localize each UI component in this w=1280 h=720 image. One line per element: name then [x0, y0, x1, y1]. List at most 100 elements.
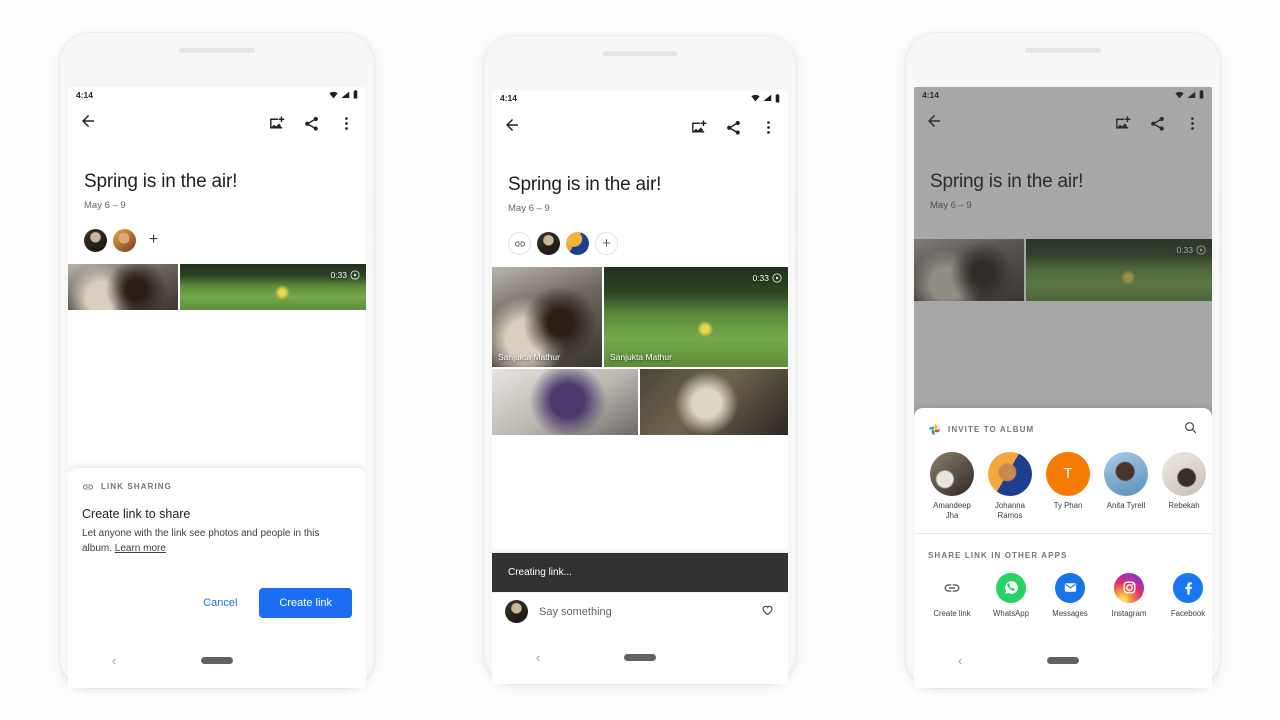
volume-button[interactable]: [373, 247, 376, 276]
contact-name: Anita Tyrell: [1106, 500, 1146, 510]
volume-button[interactable]: [1219, 247, 1222, 276]
earpiece-speaker: [1025, 47, 1101, 53]
home-gesture-pill[interactable]: [1047, 657, 1079, 664]
list-item[interactable]: Instagram: [1105, 572, 1153, 618]
chevron-left-icon[interactable]: ‹: [536, 651, 540, 664]
play-circle-icon: [1196, 244, 1206, 255]
video-duration-badge: 0:33: [330, 270, 360, 280]
avatar[interactable]: [84, 228, 107, 252]
cell-signal-icon: [1187, 91, 1196, 98]
list-item[interactable]: T Ty Phan: [1044, 451, 1092, 521]
more-vert-icon[interactable]: [760, 119, 777, 136]
more-vert-icon[interactable]: [1184, 115, 1201, 132]
share-icon[interactable]: [725, 119, 742, 136]
play-circle-icon: [772, 273, 782, 283]
avatar[interactable]: [113, 228, 136, 252]
list-item[interactable]: Anita Tyrell: [1102, 451, 1150, 521]
add-person-icon[interactable]: +: [142, 229, 165, 252]
list-item[interactable]: Rebekah: [1160, 451, 1208, 521]
list-item[interactable]: Johanna Ramos: [986, 451, 1034, 521]
create-link-button[interactable]: Create link: [259, 587, 352, 618]
avatar[interactable]: [537, 232, 560, 255]
avatar-initial-letter: T: [1063, 465, 1073, 482]
member-avatar-row: +: [508, 232, 772, 255]
photo-attribution: Sanjukta Mathur: [610, 352, 672, 362]
status-icons: [751, 93, 780, 103]
list-item[interactable]: 0:33 Sanjukta Mathur: [604, 267, 788, 367]
status-bar: 4:14: [914, 87, 1212, 103]
page-title: Spring is in the air!: [84, 170, 238, 192]
phone-mockup-3: 4:14 Spring is in the air! May 6 – 9 0:3…: [906, 32, 1222, 688]
comment-input[interactable]: Say something: [539, 606, 612, 618]
avatar: [930, 451, 974, 496]
album-dates: May 6 – 9: [508, 203, 550, 214]
add-person-icon[interactable]: +: [595, 232, 618, 255]
power-button[interactable]: [373, 187, 376, 232]
home-gesture-pill[interactable]: [624, 653, 656, 661]
album-header: Spring is in the air! May 6 – 9: [914, 171, 1212, 211]
share-icon[interactable]: [1149, 115, 1166, 132]
list-item[interactable]: Amandeep Jha: [928, 451, 976, 521]
power-button[interactable]: [1219, 187, 1222, 232]
chevron-left-icon[interactable]: ‹: [958, 654, 962, 667]
page-title: Spring is in the air!: [508, 174, 662, 195]
contact-name: Johanna Ramos: [995, 500, 1025, 520]
power-button[interactable]: [795, 191, 798, 235]
avatar: [1162, 451, 1206, 496]
list-item[interactable]: WhatsApp: [987, 572, 1035, 618]
add-photos-icon[interactable]: [268, 115, 285, 132]
learn-more-link[interactable]: Learn more: [115, 543, 166, 554]
screenshot-stage: 4:14 Spring is in the air! May 6 – 9 + 0…: [0, 0, 1280, 720]
list-item[interactable]: [68, 263, 178, 310]
list-item[interactable]: [492, 369, 638, 435]
back-arrow-icon[interactable]: [503, 116, 521, 139]
home-gesture-pill[interactable]: [201, 657, 233, 664]
app-label: Messages: [1052, 608, 1088, 618]
share-apps-header: SHARE LINK IN OTHER APPS: [914, 534, 1212, 563]
back-arrow-icon[interactable]: [79, 112, 97, 135]
comment-bar: Say something: [492, 592, 788, 630]
contact-name: Rebekah: [1168, 500, 1200, 510]
list-item[interactable]: Create link: [928, 572, 976, 618]
link-icon[interactable]: [508, 232, 531, 255]
status-time: 4:14: [76, 89, 94, 100]
list-item[interactable]: Sanjukta Mathur: [492, 267, 602, 367]
list-item[interactable]: [914, 238, 1024, 301]
cell-signal-icon: [763, 94, 772, 101]
list-item[interactable]: [640, 369, 788, 435]
search-icon[interactable]: [1183, 420, 1198, 440]
avatar: [988, 451, 1032, 496]
list-item[interactable]: Facebook: [1164, 572, 1212, 618]
play-circle-icon: [350, 269, 360, 280]
cell-signal-icon: [341, 91, 350, 98]
more-vert-icon[interactable]: [338, 115, 355, 132]
add-photos-icon[interactable]: [690, 119, 707, 136]
back-arrow-icon[interactable]: [925, 112, 943, 135]
heart-outline-icon[interactable]: [760, 602, 775, 622]
list-item[interactable]: Messages: [1046, 572, 1094, 618]
photo-grid: 0:33: [914, 238, 1212, 301]
wifi-icon: [751, 94, 760, 102]
cancel-button[interactable]: Cancel: [191, 589, 249, 617]
share-icon[interactable]: [303, 115, 320, 132]
album-header: Spring is in the air! May 6 – 9 +: [492, 174, 788, 255]
video-duration-text: 0:33: [330, 269, 347, 280]
avatar-initial: T: [1046, 451, 1090, 496]
facebook-icon: [1173, 572, 1203, 603]
volume-button[interactable]: [795, 251, 798, 279]
chevron-left-icon[interactable]: ‹: [112, 654, 116, 667]
google-photos-logo: [929, 424, 940, 435]
phone2-screen: 4:14 Spring is in the air! May 6 – 9 + S…: [492, 90, 788, 630]
contact-name: Amandeep Jha: [933, 500, 971, 520]
add-photos-icon[interactable]: [1114, 115, 1131, 132]
list-item[interactable]: 0:33: [1026, 238, 1212, 301]
invite-header: INVITE TO ALBUM: [914, 408, 1212, 440]
share-apps-list: Create link WhatsApp Messages Instagram …: [914, 563, 1212, 618]
video-duration-text: 0:33: [1176, 244, 1193, 255]
avatar[interactable]: [505, 600, 528, 623]
list-item[interactable]: 0:33: [180, 263, 366, 310]
system-nav-bar: ‹: [68, 633, 366, 688]
photo-grid: Sanjukta Mathur 0:33 Sanjukta Mathur: [492, 267, 788, 435]
phone3-screen: 4:14 Spring is in the air! May 6 – 9 0:3…: [914, 86, 1212, 634]
avatar[interactable]: [566, 232, 589, 255]
